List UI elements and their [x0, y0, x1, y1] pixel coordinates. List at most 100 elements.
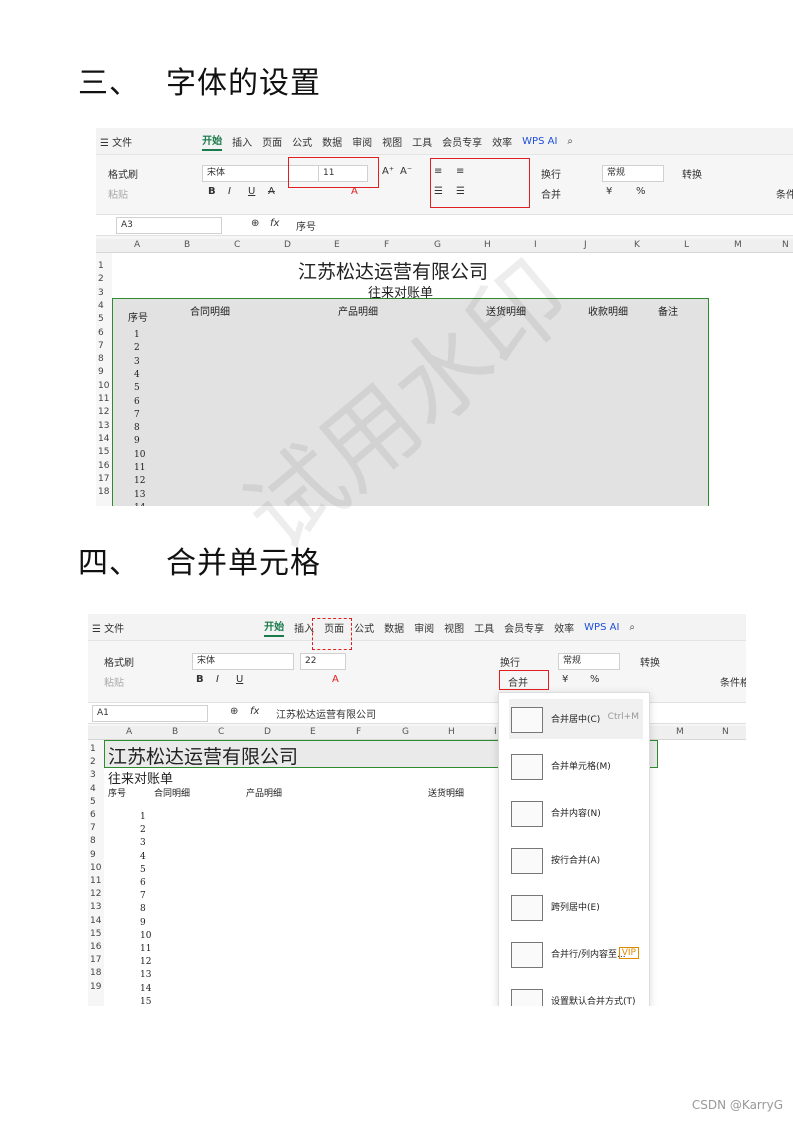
tab-review[interactable]: 审阅: [414, 620, 434, 635]
column-header[interactable]: D: [264, 726, 271, 739]
wrap-text-button[interactable]: 换行: [541, 166, 561, 181]
format-painter-button[interactable]: 格式刷: [104, 654, 134, 669]
row-header[interactable]: 13: [96, 421, 114, 431]
conditional-format-button[interactable]: 条件格: [776, 186, 793, 201]
file-menu[interactable]: ☰ 文件: [100, 134, 132, 149]
increase-font-icon[interactable]: A⁺: [382, 166, 394, 177]
column-header[interactable]: G: [434, 239, 441, 252]
decrease-font-icon[interactable]: A⁻: [400, 166, 412, 177]
row-header[interactable]: 10: [96, 381, 114, 391]
column-header[interactable]: L: [684, 239, 689, 252]
tab-view[interactable]: 视图: [382, 134, 402, 149]
column-header[interactable]: A: [126, 726, 132, 739]
column-header[interactable]: F: [356, 726, 361, 739]
column-header[interactable]: I: [534, 239, 537, 252]
row-header[interactable]: 6: [96, 328, 114, 338]
tab-tools[interactable]: 工具: [412, 134, 432, 149]
zoom-icon[interactable]: ⊕: [230, 706, 238, 717]
tab-tools[interactable]: 工具: [474, 620, 494, 635]
wps-ai-button[interactable]: WPS AI: [522, 136, 557, 147]
format-painter-button[interactable]: 格式刷: [108, 166, 138, 181]
merge-menu-item[interactable]: 跨列居中(E): [509, 887, 643, 927]
row-header[interactable]: 7: [88, 823, 106, 833]
row-header[interactable]: 17: [88, 955, 106, 965]
column-header[interactable]: K: [634, 239, 640, 252]
column-header[interactable]: N: [782, 239, 789, 252]
column-header[interactable]: C: [218, 726, 224, 739]
wps-ai-button[interactable]: WPS AI: [584, 622, 619, 633]
row-header[interactable]: 18: [96, 487, 114, 497]
wrap-text-button[interactable]: 换行: [500, 654, 520, 669]
row-header[interactable]: 3: [96, 288, 114, 298]
column-header[interactable]: H: [448, 726, 455, 739]
column-header[interactable]: J: [584, 239, 587, 252]
row-header[interactable]: 18: [88, 968, 106, 978]
tab-formula[interactable]: 公式: [354, 620, 374, 635]
convert-button[interactable]: 转换: [682, 166, 702, 181]
row-header[interactable]: 8: [88, 836, 106, 846]
row-header[interactable]: 4: [88, 784, 106, 794]
merge-menu-item[interactable]: 合并单元格(M): [509, 746, 643, 786]
column-header[interactable]: G: [402, 726, 409, 739]
number-format-select[interactable]: 常规: [558, 653, 620, 670]
row-header[interactable]: 11: [96, 394, 114, 404]
tab-efficiency[interactable]: 效率: [554, 620, 574, 635]
row-header[interactable]: 5: [88, 797, 106, 807]
function-icon[interactable]: fx: [270, 218, 279, 229]
row-header[interactable]: 12: [88, 889, 106, 899]
name-box[interactable]: A1: [92, 705, 208, 722]
number-format-select[interactable]: 常规: [602, 165, 664, 182]
row-header[interactable]: 12: [96, 407, 114, 417]
column-header[interactable]: B: [172, 726, 178, 739]
row-header[interactable]: 14: [88, 916, 106, 926]
merge-menu-item[interactable]: 设置默认合并方式(T): [509, 981, 643, 1006]
italic-button[interactable]: I: [228, 186, 231, 197]
tab-view[interactable]: 视图: [444, 620, 464, 635]
row-header[interactable]: 15: [96, 447, 114, 457]
paste-button[interactable]: 粘贴: [108, 186, 128, 201]
percent-button[interactable]: %: [590, 674, 600, 685]
zoom-icon[interactable]: ⊕: [251, 218, 259, 229]
font-name-select[interactable]: 宋体: [192, 653, 294, 670]
row-header[interactable]: 17: [96, 474, 114, 484]
tab-data[interactable]: 数据: [322, 134, 342, 149]
column-header[interactable]: E: [334, 239, 340, 252]
tab-member[interactable]: 会员专享: [442, 134, 482, 149]
column-header[interactable]: A: [134, 239, 140, 252]
row-header[interactable]: 7: [96, 341, 114, 351]
merge-menu-item[interactable]: 按行合并(A): [509, 840, 643, 880]
column-header[interactable]: I: [494, 726, 497, 739]
search-icon[interactable]: ⌕: [567, 136, 573, 147]
font-size-select[interactable]: 22: [300, 653, 346, 670]
currency-button[interactable]: ¥: [606, 186, 612, 197]
strikethrough-button[interactable]: A: [268, 186, 275, 197]
formula-input[interactable]: 江苏松达运营有限公司: [276, 706, 376, 721]
function-icon[interactable]: fx: [250, 706, 259, 717]
currency-button[interactable]: ¥: [562, 674, 568, 685]
merge-menu-item[interactable]: 合并行/列内容至... VIP: [509, 934, 643, 974]
underline-button[interactable]: U: [236, 674, 243, 685]
row-header[interactable]: 6: [88, 810, 106, 820]
file-menu[interactable]: ☰ 文件: [92, 620, 124, 635]
font-color-button[interactable]: A: [332, 674, 339, 685]
row-header[interactable]: 15: [88, 929, 106, 939]
column-header[interactable]: N: [722, 726, 729, 739]
convert-button[interactable]: 转换: [640, 654, 660, 669]
tab-home[interactable]: 开始: [202, 132, 223, 151]
merge-menu-item[interactable]: 合并居中(C) Ctrl+M: [509, 699, 643, 739]
conditional-format-button[interactable]: 条件格: [720, 674, 746, 689]
underline-button[interactable]: U: [248, 186, 255, 197]
search-icon[interactable]: ⌕: [629, 622, 635, 633]
column-header[interactable]: D: [284, 239, 291, 252]
row-header[interactable]: 1: [96, 261, 114, 271]
row-header[interactable]: 9: [96, 367, 114, 377]
formula-input[interactable]: 序号: [296, 218, 316, 233]
row-header[interactable]: 13: [88, 902, 106, 912]
tab-page[interactable]: 页面: [262, 134, 282, 149]
name-box[interactable]: A3: [116, 217, 222, 234]
tab-insert[interactable]: 插入: [232, 134, 252, 149]
column-header[interactable]: M: [676, 726, 684, 739]
row-header[interactable]: 14: [96, 434, 114, 444]
column-header[interactable]: C: [234, 239, 240, 252]
tab-home[interactable]: 开始: [264, 618, 285, 637]
